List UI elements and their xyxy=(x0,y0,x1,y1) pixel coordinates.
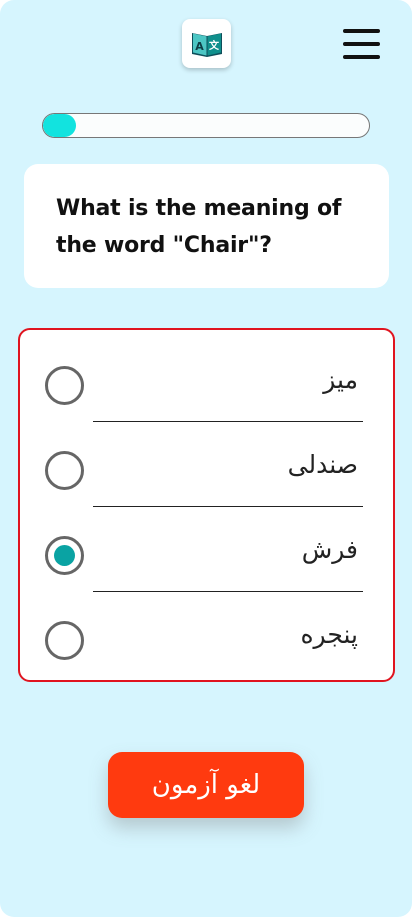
question-card: What is the meaning of the word "Chair"? xyxy=(24,164,389,288)
radio-button[interactable] xyxy=(45,621,84,660)
option-2[interactable]: صندلی xyxy=(20,422,393,507)
quiz-progress-bar xyxy=(42,113,370,138)
progress-fill xyxy=(43,114,76,137)
answer-options: میز صندلی فرش پنجره xyxy=(18,328,395,682)
option-4[interactable]: پنجره xyxy=(20,592,393,677)
option-label: میز xyxy=(323,365,358,394)
quiz-screen: A 文 What is the meaning of the word "Cha… xyxy=(0,0,412,917)
svg-text:文: 文 xyxy=(209,39,220,52)
option-label: صندلی xyxy=(287,450,358,479)
radio-button[interactable] xyxy=(45,536,84,575)
cancel-quiz-button[interactable]: لغو آزمون xyxy=(108,752,304,818)
radio-button[interactable] xyxy=(45,366,84,405)
question-text: What is the meaning of the word "Chair"? xyxy=(56,196,342,258)
option-3[interactable]: فرش xyxy=(20,507,393,592)
svg-text:A: A xyxy=(195,40,204,53)
option-label: پنجره xyxy=(300,620,358,649)
option-1[interactable]: میز xyxy=(20,337,393,422)
option-label: فرش xyxy=(301,535,358,564)
translate-book-icon: A 文 xyxy=(191,32,222,57)
hamburger-menu-icon[interactable] xyxy=(343,29,380,59)
radio-button[interactable] xyxy=(45,451,84,490)
app-logo: A 文 xyxy=(182,19,231,68)
